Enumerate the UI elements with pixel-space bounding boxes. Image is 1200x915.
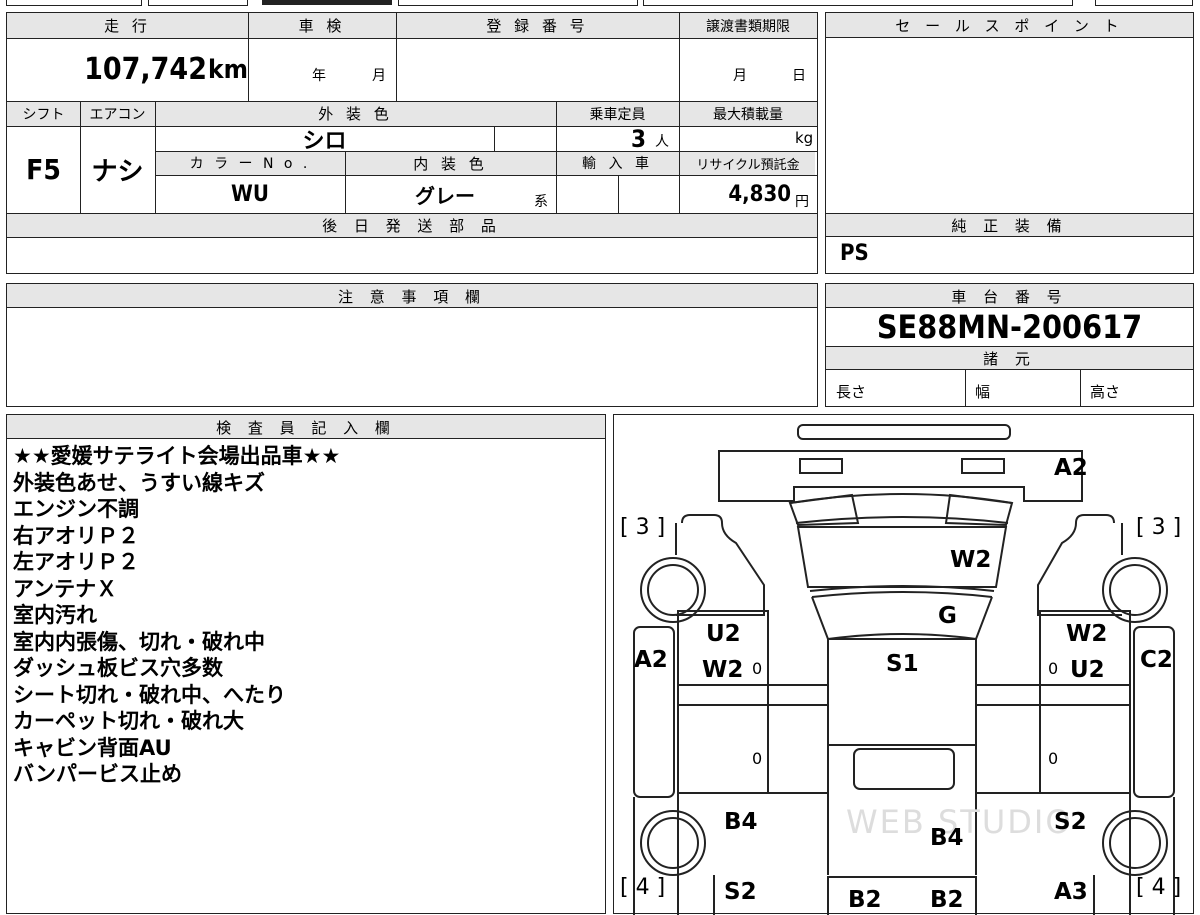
color-no-label: カ ラ ー N o . — [189, 156, 311, 172]
interior-color-suffix: 系 — [534, 194, 548, 210]
inspector-notes-list: ★★愛媛サテライト会場出品車★★ 外装色あせ、うすい線キズ エンジン不調 右アオ… — [13, 443, 340, 788]
chassis-number: SE88MN-200617 — [876, 308, 1143, 346]
exterior-color-label: 外 装 色 — [318, 105, 393, 123]
note-line: ★★愛媛サテライト会場出品車★★ — [13, 444, 341, 468]
note-line: シート切れ・破れ中、へたり — [13, 682, 286, 707]
registration-label: 登 録 番 号 — [486, 17, 589, 35]
corner-tr: [ 3 ] — [1136, 515, 1182, 540]
later-parts-label: 後 日 発 送 部 品 — [322, 216, 502, 235]
mark-left-w2: W2 — [702, 657, 744, 683]
mark-b2-b: B2 — [930, 887, 964, 913]
specs-label: 諸 元 — [983, 349, 1036, 368]
mark-left-u2: U2 — [706, 621, 741, 647]
transfer-deadline-label: 譲渡書類期限 — [706, 18, 790, 35]
mark-b2-a: B2 — [848, 887, 882, 913]
note-line: 右アオリＰ２ — [13, 523, 139, 548]
top-strip — [0, 0, 1200, 6]
corner-bl: [ 4 ] — [620, 875, 666, 900]
ac-label: エアコン — [89, 106, 146, 123]
mark-left-b4: B4 — [724, 809, 758, 835]
shift-label: シフト — [22, 106, 65, 123]
mark-right-a3: A3 — [1054, 879, 1088, 905]
mileage-unit: km — [208, 54, 248, 85]
inspection-label: 車 検 — [298, 17, 346, 35]
note-line: 左アオリＰ２ — [13, 550, 139, 574]
exterior-color-value: シロ — [302, 128, 347, 154]
max-load-unit: kg — [795, 129, 814, 147]
note-line: 外装色あせ、うすい線キズ — [13, 470, 265, 495]
mark-left-s2: S2 — [724, 879, 757, 905]
mark-left-a2: A2 — [634, 647, 668, 673]
ac-value: ナシ — [91, 157, 144, 187]
vehicle-info-table: 走 行 車 検 登 録 番 号 譲渡書類期限 107,742 km 年 月 月 … — [6, 12, 818, 274]
mark-hood-g: G — [938, 603, 957, 629]
mark-center-b4: B4 — [930, 825, 964, 851]
max-load-label: 最大積載量 — [713, 106, 783, 123]
mark-top-a2: A2 — [1054, 455, 1088, 481]
mark-zero: 0 — [752, 749, 763, 768]
corner-br: [ 4 ] — [1136, 875, 1182, 900]
caution-label: 注 意 事 項 欄 — [337, 287, 487, 306]
mark-right-c2: C2 — [1140, 647, 1173, 673]
sales-point-label: セ ー ル ス ポ イ ン ト — [895, 17, 1124, 35]
shift-value: F5 — [26, 153, 61, 186]
chassis-label: 車 台 番 号 — [951, 287, 1068, 306]
recycle-fee-value: 4,830 — [728, 181, 791, 207]
mark-right-s2: S2 — [1054, 809, 1087, 835]
mark-right-u2: U2 — [1070, 657, 1105, 683]
recycle-label: リサイクル預託金 — [696, 157, 800, 173]
capacity-label: 乗車定員 — [589, 106, 646, 123]
mileage-label: 走 行 — [104, 17, 151, 35]
vehicle-damage-diagram: WEB STUDIO A2 W2 G S1 U2 W2 W2 U2 A2 C2 … — [613, 414, 1194, 915]
mark-right-w2: W2 — [1066, 621, 1108, 647]
width-label: 幅 — [975, 383, 991, 401]
genuine-equipment-label: 純 正 装 備 — [951, 216, 1068, 235]
inspection-year: 年 — [312, 68, 326, 84]
sales-point-panel: セ ー ル ス ポ イ ン ト 純 正 装 備 PS — [825, 12, 1194, 274]
corner-tl: [ 3 ] — [620, 515, 666, 540]
mark-zero: 0 — [752, 659, 763, 678]
color-no-value: WU — [231, 181, 269, 207]
height-label: 高さ — [1090, 383, 1121, 401]
note-line: キャビン背面AU — [13, 735, 172, 760]
caution-panel: 注 意 事 項 欄 — [6, 283, 818, 407]
inspector-notes-panel: 検 査 員 記 入 欄 ★★愛媛サテライト会場出品車★★ 外装色あせ、うすい線キ… — [6, 414, 606, 914]
note-line: アンテナＸ — [13, 576, 118, 601]
mark-zero: 0 — [1048, 659, 1059, 678]
note-line: 室内汚れ — [13, 603, 97, 627]
note-line: 室内内張傷、切れ・破れ中 — [13, 629, 265, 654]
capacity-value: 3 — [630, 124, 646, 153]
mark-roof-s1: S1 — [886, 651, 919, 677]
mileage-value: 107,742 — [84, 52, 207, 87]
length-label: 長さ — [836, 383, 867, 401]
inspector-label: 検 査 員 記 入 欄 — [216, 418, 396, 437]
mark-zero: 0 — [1048, 749, 1059, 768]
genuine-equipment-value: PS — [840, 241, 869, 266]
chassis-panel: 車 台 番 号 SE88MN-200617 諸 元 長さ 幅 高さ — [825, 283, 1194, 407]
transfer-day: 日 — [792, 68, 806, 84]
recycle-fee-unit: 円 — [795, 194, 809, 210]
capacity-unit: 人 — [655, 134, 669, 150]
note-line: バンパービス止め — [13, 762, 183, 786]
note-line: ダッシュ板ビス穴多数 — [13, 656, 223, 680]
import-label: 輸 入 車 — [582, 156, 653, 172]
note-line: カーペット切れ・破れ大 — [13, 709, 244, 733]
transfer-month: 月 — [733, 68, 747, 84]
note-line: エンジン不調 — [13, 497, 139, 521]
interior-color-value: グレー — [415, 183, 475, 208]
inspection-month: 月 — [372, 68, 386, 84]
mark-windshield-w2: W2 — [950, 547, 992, 573]
interior-color-label: 内 装 色 — [413, 154, 488, 173]
